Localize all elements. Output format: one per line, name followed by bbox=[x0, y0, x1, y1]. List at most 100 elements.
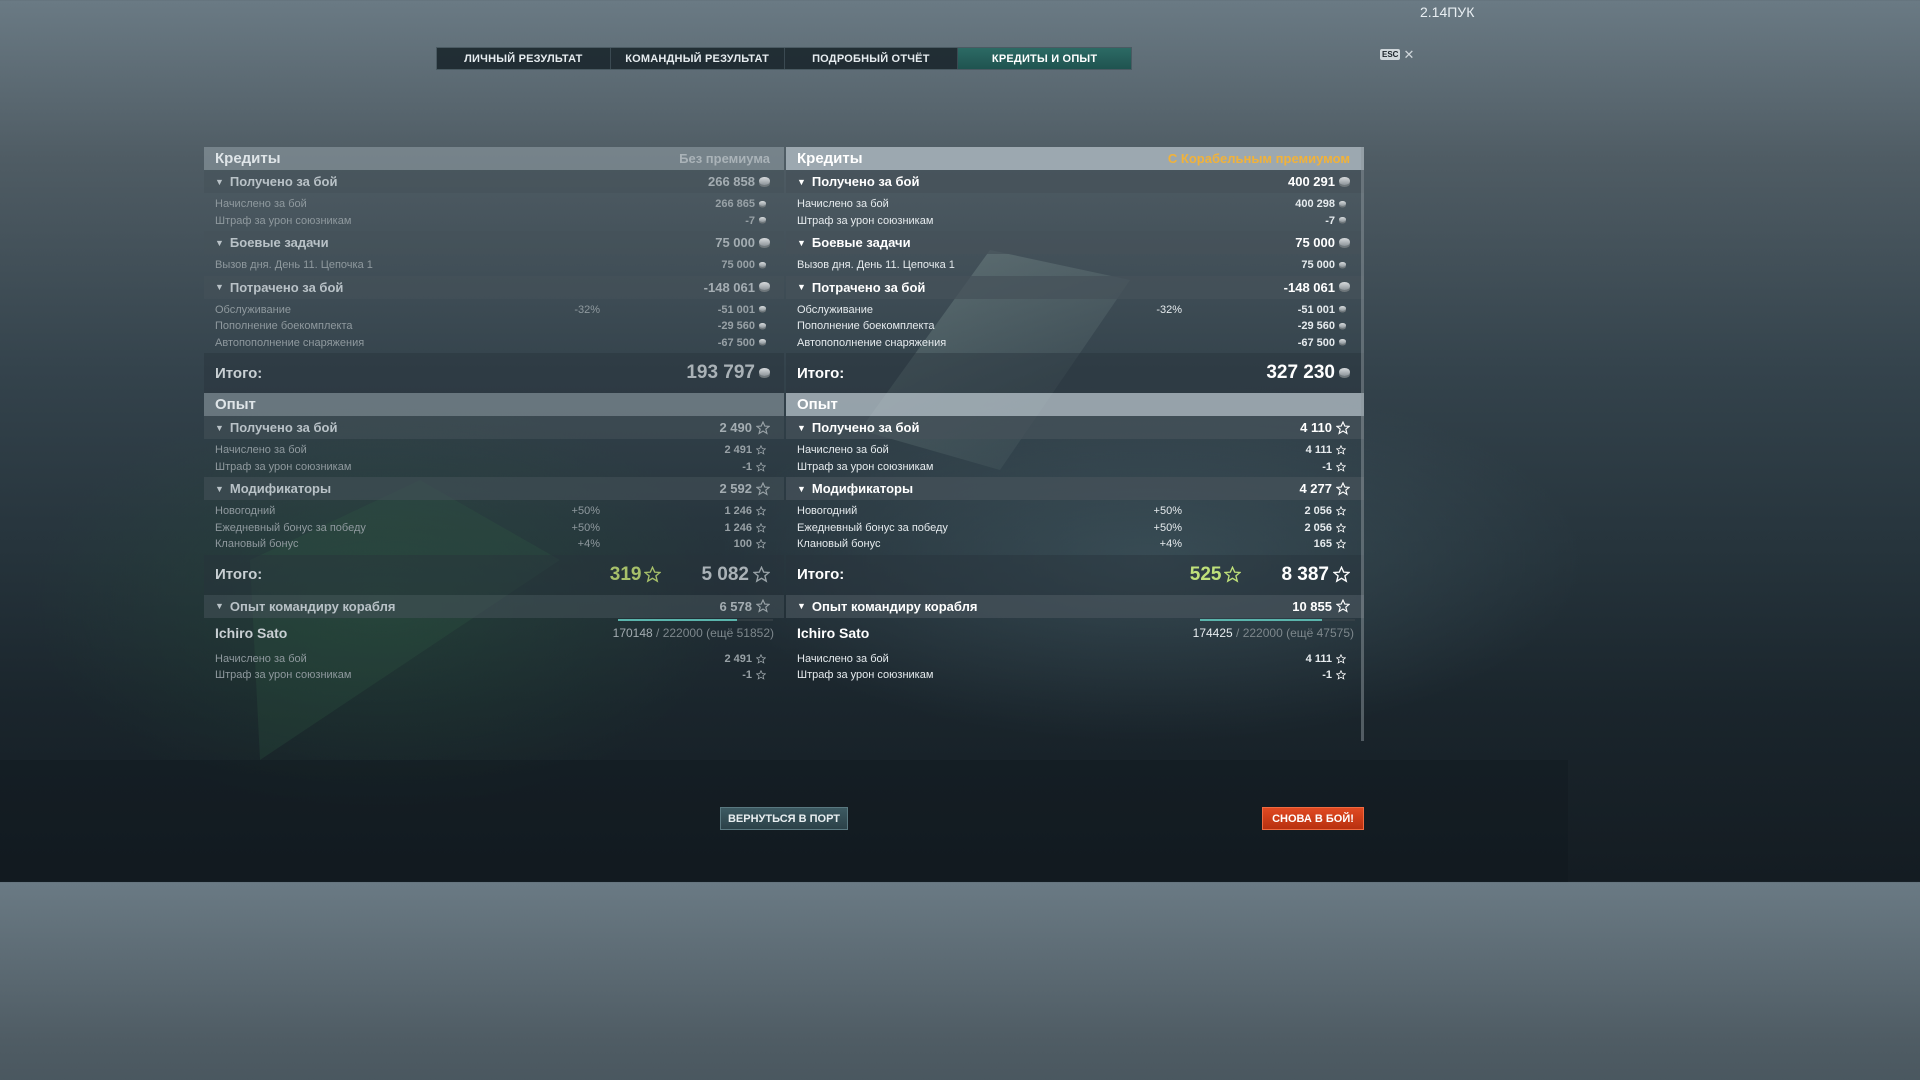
list-item: Новогодний +50% 2 056 bbox=[786, 503, 1364, 520]
xp-star-icon bbox=[753, 566, 770, 583]
credits-icon bbox=[759, 217, 766, 223]
version-label: 2.14ПУК bbox=[1420, 4, 1475, 20]
group-value: 266 858 bbox=[708, 174, 770, 189]
results-tabs: ЛИЧНЫЙ РЕЗУЛЬТАТ КОМАНДНЫЙ РЕЗУЛЬТАТ ПОД… bbox=[436, 47, 1132, 70]
list-item: Автопополнение снаряжения -67 500 bbox=[786, 335, 1364, 352]
row-label: Новогодний bbox=[215, 505, 276, 518]
close-button[interactable]: ESC ✕ bbox=[1380, 46, 1415, 62]
xp-star-icon bbox=[1224, 566, 1242, 583]
group-modifiers[interactable]: ▼ Модификаторы 2 592 bbox=[204, 477, 784, 500]
list-item: Клановый бонус +4% 165 bbox=[786, 536, 1364, 553]
credits-icon bbox=[759, 237, 770, 246]
group-xp-earned[interactable]: ▼ Получено за бой 4 110 bbox=[786, 416, 1364, 439]
group-label: Боевые задачи bbox=[811, 235, 911, 250]
expand-triangle-icon: ▼ bbox=[797, 176, 806, 187]
row-value: 4 111 bbox=[1306, 444, 1346, 456]
commander-progress-bar bbox=[618, 618, 773, 621]
credits-header: Кредиты Без премиума bbox=[204, 147, 784, 170]
tab-personal-result[interactable]: ЛИЧНЫЙ РЕЗУЛЬТАТ bbox=[437, 48, 611, 69]
credits-icon bbox=[759, 261, 766, 267]
row-label: Начислено за бой bbox=[797, 652, 889, 665]
group-modifiers[interactable]: ▼ Модификаторы 4 277 bbox=[786, 477, 1364, 500]
total-label: Итого: bbox=[215, 364, 263, 382]
row-value: 75 000 bbox=[1301, 259, 1346, 271]
expand-triangle-icon: ▼ bbox=[797, 282, 806, 292]
battle-again-button[interactable]: СНОВА В БОЙ! bbox=[1262, 807, 1364, 830]
panel-without-premium: Кредиты Без премиума ▼ Получено за бой 266 8… bbox=[204, 147, 784, 741]
row-value: 2 056 bbox=[1304, 505, 1346, 517]
credits-icon bbox=[1339, 176, 1350, 185]
list-item: Ежедневный бонус за победу +50% 1 246 bbox=[204, 520, 784, 537]
xp-star-icon bbox=[1336, 539, 1346, 550]
group-credits-earned[interactable]: ▼ Получено за бой 266 858 bbox=[204, 170, 784, 193]
row-label: Начислено за бой bbox=[215, 198, 307, 211]
row-percent: +50% bbox=[1153, 505, 1182, 518]
total-label: Итого: bbox=[797, 566, 845, 583]
row-value: 165 bbox=[1314, 538, 1346, 550]
tab-credits-and-xp[interactable]: КРЕДИТЫ И ОПЫТ bbox=[958, 48, 1131, 69]
xp-star-icon bbox=[756, 420, 770, 435]
row-label: Обслуживание bbox=[215, 303, 291, 316]
xp-star-icon bbox=[1336, 420, 1350, 435]
list-item: Начислено за бой 4 111 bbox=[786, 442, 1364, 459]
group-credits-spent[interactable]: ▼ Потрачено за бой -148 061 bbox=[204, 275, 784, 299]
list-item: Штраф за урон союзникам -7 bbox=[204, 213, 784, 230]
expand-triangle-icon: ▼ bbox=[797, 601, 806, 611]
xp-star-icon bbox=[756, 539, 766, 550]
group-value: -148 061 bbox=[1284, 280, 1350, 295]
group-label: Опыт командиру корабля bbox=[229, 598, 396, 614]
group-combat-missions[interactable]: ▼ Боевые задачи 75 000 bbox=[786, 231, 1364, 254]
list-item: Начислено за бой 400 298 bbox=[786, 196, 1364, 213]
return-to-port-button[interactable]: ВЕРНУТЬСЯ В ПОРТ bbox=[720, 807, 848, 830]
row-value: -67 500 bbox=[718, 337, 766, 349]
list-item: Штраф за урон союзникам -1 bbox=[204, 459, 784, 476]
commander-row[interactable]: Ichiro Sato 170148 / 222000 (ещё 51852) bbox=[204, 618, 784, 648]
xp-star-icon bbox=[756, 461, 766, 472]
list-item: Клановый бонус +4% 100 bbox=[204, 536, 784, 553]
row-percent: +50% bbox=[571, 505, 600, 518]
commander-row[interactable]: Ichiro Sato 174425 / 222000 (ещё 47575) bbox=[786, 618, 1364, 648]
group-combat-missions[interactable]: ▼ Боевые задачи 75 000 bbox=[204, 231, 784, 254]
modifiers-rows: Новогодний +50% 1 246 Ежедневный бонус за п… bbox=[204, 500, 784, 555]
row-label: Начислено за бой bbox=[215, 652, 307, 665]
group-commander-xp[interactable]: ▼ Опыт командиру корабля 6 578 bbox=[204, 594, 784, 618]
xp-star-icon bbox=[1336, 461, 1346, 472]
list-item: Штраф за урон союзникам -1 bbox=[786, 667, 1364, 684]
credits-icon bbox=[1339, 306, 1346, 312]
group-label: Потрачено за бой bbox=[811, 279, 926, 295]
credits-icon bbox=[759, 176, 770, 185]
row-value: -7 bbox=[745, 215, 766, 227]
spent-rows: Обслуживание -32% -51 001 Пополнение боеком… bbox=[204, 299, 784, 354]
group-label: Получено за бой bbox=[229, 420, 338, 435]
credits-icon bbox=[1339, 282, 1350, 290]
group-credits-spent[interactable]: ▼ Потрачено за бой -148 061 bbox=[786, 275, 1364, 299]
xp_earned-rows: Начислено за бой 4 111 Штраф за урон союзн… bbox=[786, 439, 1364, 477]
row-label: Автопополнение снаряжения bbox=[215, 336, 365, 349]
group-credits-earned[interactable]: ▼ Получено за бой 400 291 bbox=[786, 170, 1364, 193]
expand-triangle-icon: ▼ bbox=[797, 237, 806, 248]
expand-triangle-icon: ▼ bbox=[215, 282, 224, 292]
group-xp-earned[interactable]: ▼ Получено за бой 2 490 bbox=[204, 416, 784, 439]
list-item: Штраф за урон союзникам -1 bbox=[786, 459, 1364, 476]
commander-progress: 170148 / 222000 (ещё 51852) bbox=[612, 625, 774, 640]
tab-detailed-report[interactable]: ПОДРОБНЫЙ ОТЧЁТ bbox=[785, 48, 959, 69]
expand-triangle-icon: ▼ bbox=[215, 483, 224, 494]
row-value: 2 056 bbox=[1304, 522, 1346, 534]
spent-rows: Обслуживание -32% -51 001 Пополнение боеком… bbox=[786, 299, 1364, 354]
row-value: 100 bbox=[734, 538, 766, 550]
earned-rows: Начислено за бой 400 298 Штраф за урон сою… bbox=[786, 193, 1364, 231]
tab-team-result[interactable]: КОМАНДНЫЙ РЕЗУЛЬТАТ bbox=[611, 48, 785, 69]
row-label: Клановый бонус bbox=[215, 538, 299, 551]
group-value: 75 000 bbox=[1295, 235, 1350, 250]
xp-star-icon bbox=[1336, 670, 1346, 681]
group-commander-xp[interactable]: ▼ Опыт командиру корабля 10 855 bbox=[786, 594, 1364, 618]
commander-progress-bar bbox=[1200, 618, 1355, 621]
group-label: Получено за бой bbox=[229, 174, 338, 189]
list-item: Начислено за бой 4 111 bbox=[786, 651, 1364, 668]
credits-total: Итого: 193 797 bbox=[204, 353, 784, 393]
close-icon: ✕ bbox=[1403, 46, 1415, 62]
xp-title: Опыт bbox=[797, 396, 838, 413]
row-value: -1 bbox=[1322, 669, 1346, 681]
row-label: Начислено за бой bbox=[215, 444, 307, 457]
group-label: Получено за бой bbox=[811, 174, 920, 189]
